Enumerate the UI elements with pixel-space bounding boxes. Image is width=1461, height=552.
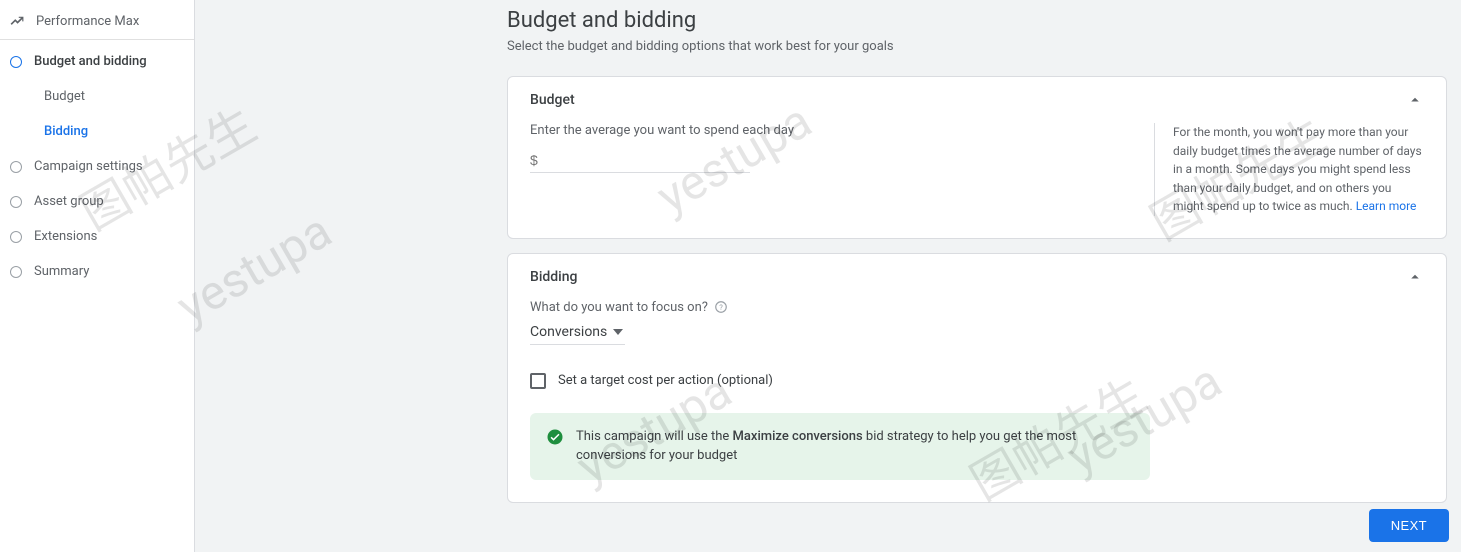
sidebar-sub-bidding[interactable]: Bidding [0, 114, 194, 149]
sidebar-item-extensions[interactable]: Extensions [0, 219, 194, 254]
banner-pre: This campaign will use the [576, 429, 733, 444]
budget-side-note: For the month, you won't pay more than y… [1154, 123, 1424, 216]
bidding-card: Bidding What do you want to focus on? ? … [507, 253, 1447, 503]
step-indicator-icon [10, 161, 22, 173]
focus-dropdown[interactable]: Conversions [530, 322, 625, 345]
step-indicator-icon [10, 56, 22, 68]
sidebar-item-budget-bidding[interactable]: Budget and bidding [0, 44, 194, 79]
step-indicator-icon [10, 266, 22, 278]
help-icon[interactable]: ? [714, 300, 728, 314]
sidebar-sub-budget[interactable]: Budget [0, 79, 194, 114]
banner-bold: Maximize conversions [733, 429, 863, 444]
page-subtitle: Select the budget and bidding options th… [507, 39, 1447, 54]
focus-label: What do you want to focus on? [530, 300, 708, 315]
sidebar-item-label: Summary [34, 264, 89, 279]
bidding-card-header[interactable]: Bidding [508, 254, 1446, 300]
check-circle-icon [546, 428, 564, 446]
trend-icon [10, 15, 24, 29]
step-indicator-icon [10, 231, 22, 243]
sidebar-item-label: Budget and bidding [34, 54, 147, 69]
page-title: Budget and bidding [507, 8, 1447, 33]
sidebar-item-label: Campaign settings [34, 159, 143, 174]
sidebar-item-label: Extensions [34, 229, 97, 244]
budget-card-header[interactable]: Budget [508, 77, 1446, 123]
target-cpa-label: Set a target cost per action (optional) [558, 373, 773, 388]
focus-value: Conversions [530, 324, 607, 340]
svg-text:?: ? [719, 303, 723, 312]
bidding-card-title: Bidding [530, 269, 577, 285]
next-button[interactable]: NEXT [1369, 509, 1449, 542]
step-indicator-icon [10, 196, 22, 208]
budget-field-label: Enter the average you want to spend each… [530, 123, 1130, 138]
chevron-up-icon [1406, 91, 1424, 109]
budget-input[interactable] [530, 148, 750, 173]
sidebar-item-asset-group[interactable]: Asset group [0, 184, 194, 219]
budget-card-title: Budget [530, 92, 575, 108]
sidebar-item-label: Asset group [34, 194, 104, 209]
sidebar-item-performance-max[interactable]: Performance Max [0, 4, 194, 40]
chevron-up-icon [1406, 268, 1424, 286]
strategy-banner: This campaign will use the Maximize conv… [530, 413, 1150, 480]
arrow-down-icon [613, 329, 623, 335]
sidebar-item-summary[interactable]: Summary [0, 254, 194, 289]
sidebar: Performance Max Budget and bidding Budge… [0, 0, 195, 552]
main-area: Budget and bidding Select the budget and… [195, 0, 1461, 552]
sidebar-top-label: Performance Max [36, 14, 139, 29]
sidebar-item-campaign-settings[interactable]: Campaign settings [0, 149, 194, 184]
learn-more-link[interactable]: Learn more [1356, 199, 1417, 213]
budget-card: Budget Enter the average you want to spe… [507, 76, 1447, 239]
target-cpa-checkbox[interactable] [530, 373, 546, 389]
